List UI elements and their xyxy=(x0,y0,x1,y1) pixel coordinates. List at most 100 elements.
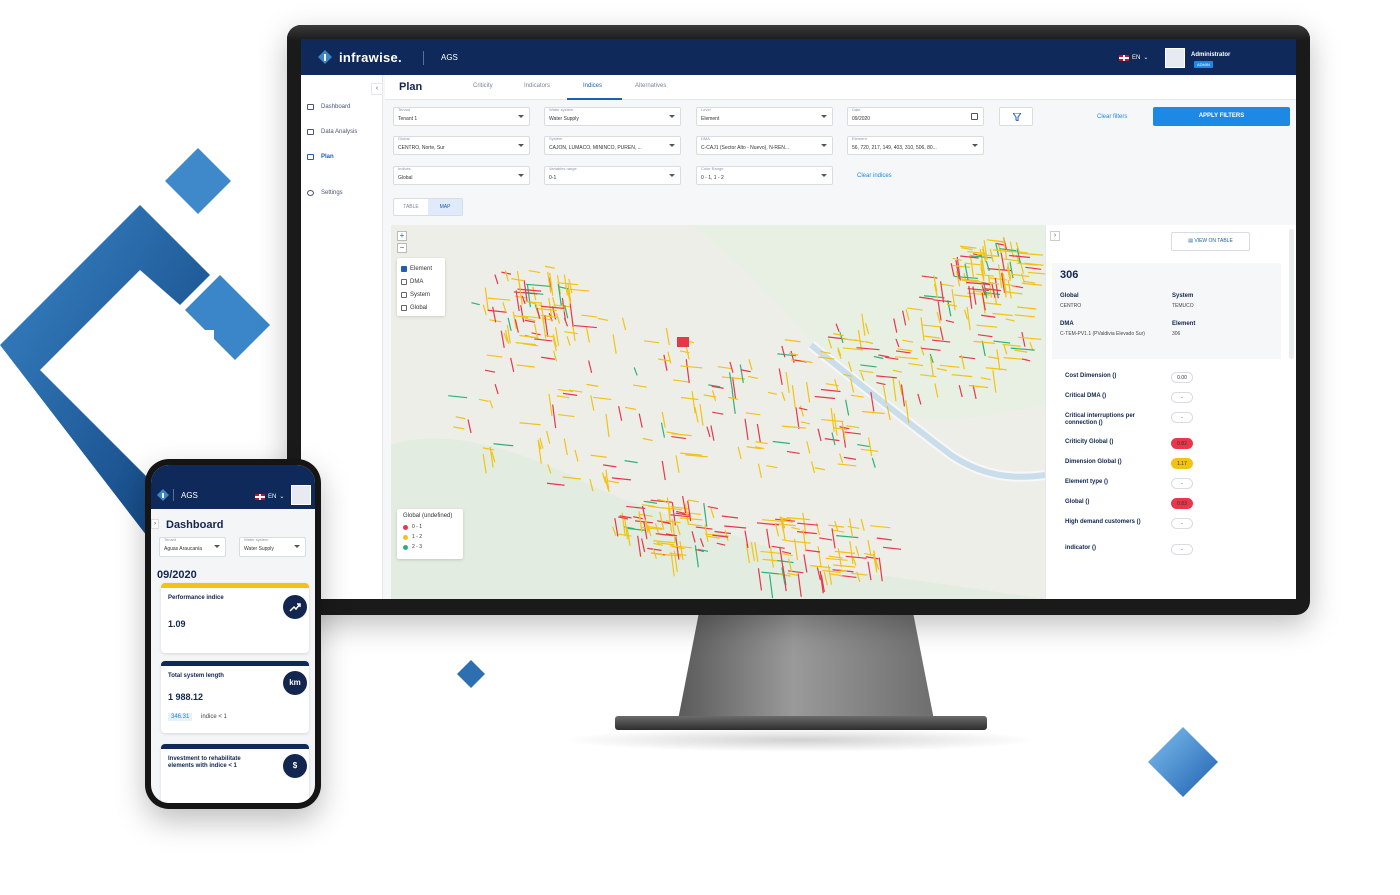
pipe-segment[interactable] xyxy=(484,287,489,312)
pipe-segment[interactable] xyxy=(860,518,865,531)
dma-select[interactable]: DMA C-CAJ1 (Sector Alto - Nuevo), N-REN.… xyxy=(696,136,833,155)
pipe-segment[interactable] xyxy=(871,457,876,468)
pipe-segment[interactable] xyxy=(588,360,593,374)
element-select[interactable]: Element 56, 720, 217, 149, 403, 310, 506… xyxy=(847,136,984,155)
variables-range-select[interactable]: Variables range 0-1 xyxy=(544,166,681,185)
pipe-segment[interactable] xyxy=(471,302,480,306)
pipe-segment[interactable] xyxy=(526,283,550,287)
pipe-segment[interactable] xyxy=(833,413,838,436)
system-select[interactable]: System CAJON, LUMACO, MININCO, PUREN, ..… xyxy=(544,136,681,155)
app-logo[interactable]: infrawise. xyxy=(317,49,402,65)
pipe-segment[interactable] xyxy=(515,290,520,312)
clear-indices-link[interactable]: Clear indices xyxy=(857,173,892,179)
pipe-segment[interactable] xyxy=(518,282,523,305)
pipe-segment[interactable] xyxy=(847,525,860,530)
pipe-segment[interactable] xyxy=(680,365,703,369)
pipe-segment[interactable] xyxy=(608,480,620,484)
pipe-segment[interactable] xyxy=(644,340,660,344)
pipe-segment[interactable] xyxy=(721,515,739,519)
pipe-segment[interactable] xyxy=(573,324,597,329)
pipe-segment[interactable] xyxy=(500,330,505,348)
pipe-segment[interactable] xyxy=(526,284,531,308)
pipe-segment[interactable] xyxy=(574,449,579,462)
global-select[interactable]: Global CENTRO, Norte, Sur xyxy=(393,136,530,155)
layer-element[interactable]: Element xyxy=(401,262,441,275)
pipe-segment[interactable] xyxy=(548,393,553,417)
pipe-segment[interactable] xyxy=(533,323,539,339)
pipe-segment[interactable] xyxy=(624,406,637,410)
pipe-segment[interactable] xyxy=(581,314,598,318)
pipe-segment[interactable] xyxy=(785,371,790,393)
pipe-segment[interactable] xyxy=(611,477,631,481)
pipe-segment[interactable] xyxy=(555,312,561,324)
pipe-segment[interactable] xyxy=(504,270,509,282)
pipe-segment[interactable] xyxy=(857,443,870,448)
pipe-segment[interactable] xyxy=(555,327,560,346)
pipe-segment[interactable] xyxy=(876,537,892,541)
pipe-segment[interactable] xyxy=(494,274,499,285)
pipe-segment[interactable] xyxy=(624,460,638,464)
pipe-segment[interactable] xyxy=(563,438,568,456)
pipe-segment[interactable] xyxy=(569,303,574,327)
pipe-segment[interactable] xyxy=(552,404,557,429)
pipe-segment[interactable] xyxy=(837,463,857,467)
pipe-segment[interactable] xyxy=(467,419,472,434)
indices-select[interactable]: Indices Global xyxy=(393,166,530,185)
network-map[interactable]: + − Element DMA System Global Global (un… xyxy=(391,225,1045,599)
pipe-segment[interactable] xyxy=(870,525,891,529)
pipe-segment[interactable] xyxy=(772,440,790,445)
tab-indices[interactable]: Indices xyxy=(583,83,602,89)
pipe-segment[interactable] xyxy=(687,499,700,503)
pipe-segment[interactable] xyxy=(528,269,541,274)
pipe-segment[interactable] xyxy=(519,422,541,426)
pipe-segment[interactable] xyxy=(675,455,680,473)
pipe-segment[interactable] xyxy=(766,528,771,549)
pipe-segment[interactable] xyxy=(453,426,465,430)
sidebar-item-dashboard[interactable]: Dashboard xyxy=(307,104,350,110)
pipe-segment[interactable] xyxy=(642,437,653,442)
pipe-segment[interactable] xyxy=(774,523,780,537)
pipe-segment[interactable] xyxy=(865,556,879,560)
pipe-segment[interactable] xyxy=(721,376,745,380)
pipe-segment[interactable] xyxy=(494,383,499,395)
pipe-segment[interactable] xyxy=(562,392,578,396)
sidebar-item-settings[interactable]: Settings xyxy=(307,190,343,196)
pipe-segment[interactable] xyxy=(685,359,690,384)
pipe-segment[interactable] xyxy=(852,556,857,566)
pipe-segment[interactable] xyxy=(597,317,609,321)
pipe-segment[interactable] xyxy=(478,398,489,402)
pipe-segment[interactable] xyxy=(448,395,468,399)
pipe-segment[interactable] xyxy=(828,555,843,559)
pipe-segment[interactable] xyxy=(864,552,875,557)
pipe-segment[interactable] xyxy=(694,406,699,423)
pipe-segment[interactable] xyxy=(833,564,856,568)
pipe-segment[interactable] xyxy=(612,334,617,354)
zoom-in-button[interactable]: + xyxy=(397,231,407,241)
sidebar-collapse-button[interactable]: ‹ xyxy=(371,83,383,95)
pipe-segment[interactable] xyxy=(563,274,568,296)
pipe-segment[interactable] xyxy=(520,305,525,323)
pipe-segment[interactable] xyxy=(638,413,643,428)
pipe-segment[interactable] xyxy=(544,265,555,269)
apply-filters-button[interactable]: APPLY FILTERS xyxy=(1153,107,1290,126)
pipe-segment[interactable] xyxy=(699,404,704,426)
investment-card[interactable]: Investment to rehabilitate elements with… xyxy=(161,744,309,803)
pipe-segment[interactable] xyxy=(855,545,860,557)
pipe-segment[interactable] xyxy=(781,550,792,555)
layer-global[interactable]: Global xyxy=(401,301,441,314)
pipe-segment[interactable] xyxy=(814,467,826,471)
date-field[interactable]: Date 09/2020 xyxy=(847,107,984,126)
pipe-segment[interactable] xyxy=(663,354,668,371)
pipe-segment[interactable] xyxy=(882,546,902,550)
pipe-segment[interactable] xyxy=(729,361,734,373)
pipe-segment[interactable] xyxy=(814,395,836,400)
pipe-segment[interactable] xyxy=(832,529,845,533)
pipe-segment[interactable] xyxy=(766,465,778,469)
pipe-segment[interactable] xyxy=(563,317,569,327)
selected-element-highlight[interactable] xyxy=(677,337,689,347)
level-select[interactable]: Level Element xyxy=(696,107,833,126)
checkbox[interactable] xyxy=(401,304,407,311)
pipe-segment[interactable] xyxy=(839,453,844,464)
layer-system[interactable]: System xyxy=(401,288,441,301)
pipe-segment[interactable] xyxy=(671,433,692,437)
